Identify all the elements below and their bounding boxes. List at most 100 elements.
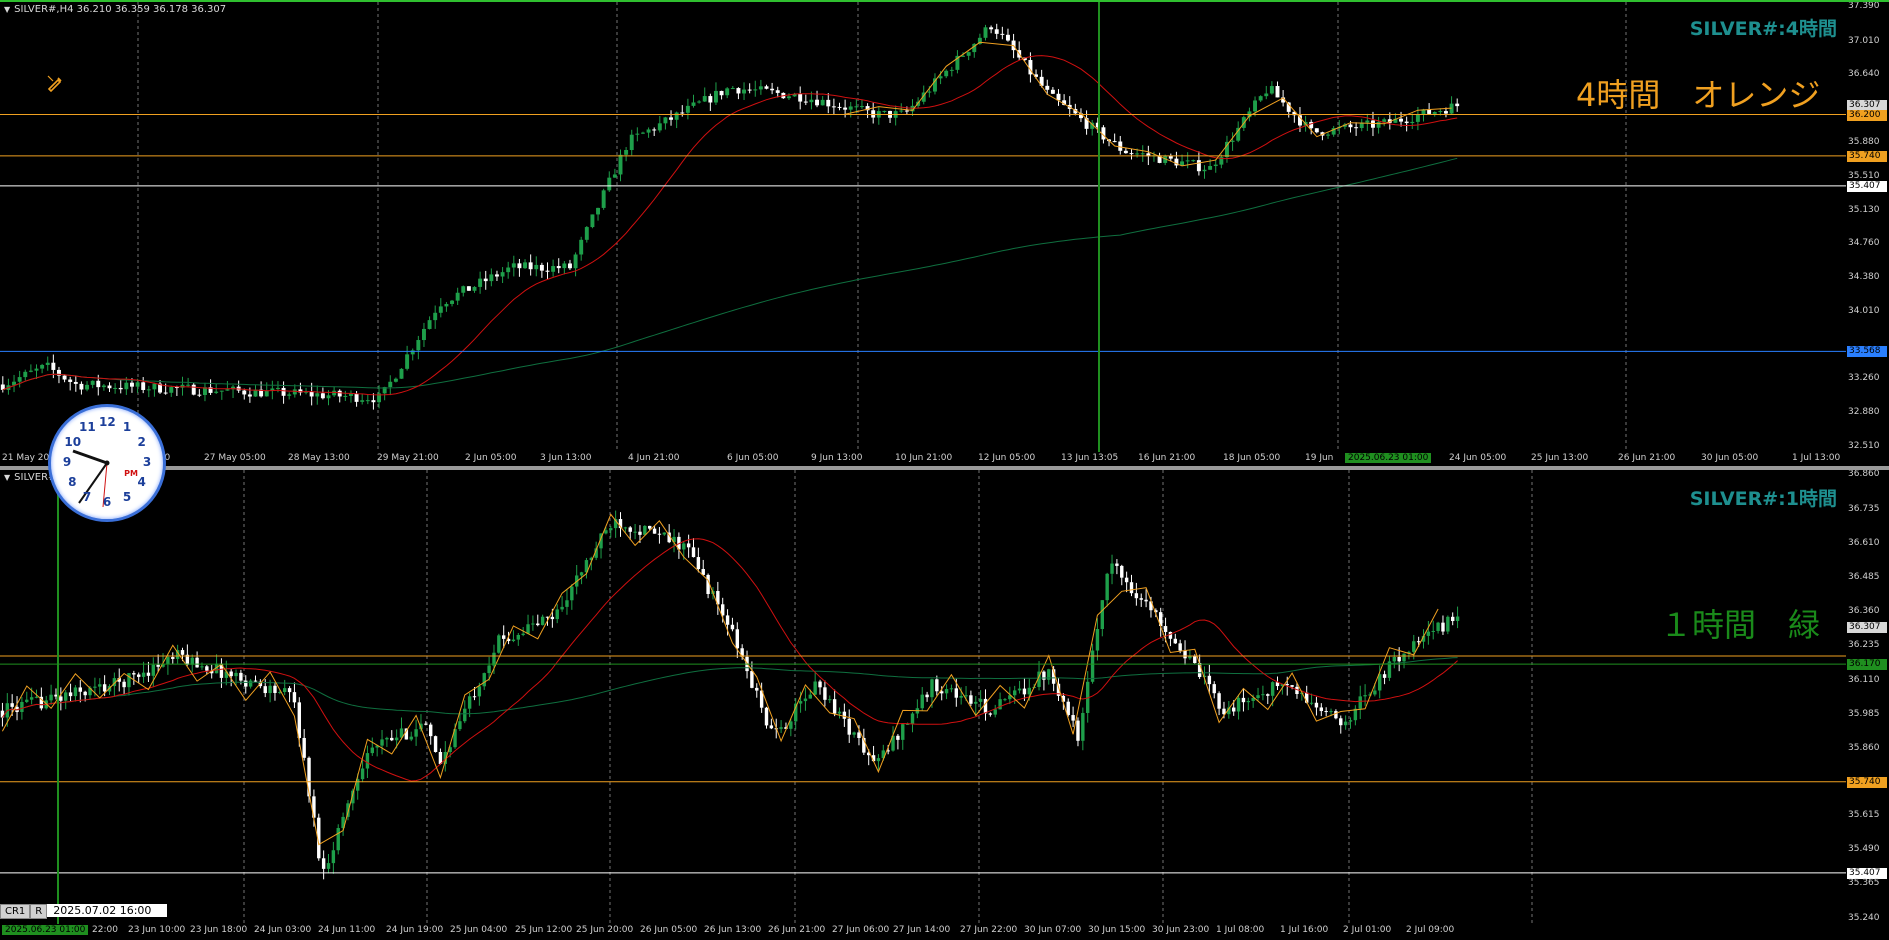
candle-body: [1285, 684, 1289, 686]
h1-price-axis[interactable]: 36.860 36.735 36.610 36.485 36.360 36.307 36.2…: [1846, 470, 1889, 924]
candle-body: [20, 701, 24, 713]
candle-body: [336, 828, 340, 851]
candle-body: [1455, 103, 1460, 107]
candle-body: [1241, 697, 1246, 703]
candle-body: [966, 52, 971, 56]
candle-body: [380, 739, 384, 746]
candle-body: [770, 88, 775, 91]
candle-body: [534, 264, 539, 270]
h1-chart-canvas[interactable]: [0, 470, 1846, 924]
candle-body: [565, 600, 569, 607]
h4-chart-pane[interactable]: ▼ SILVER#,H4 36.210 36.359 36.178 36.307 …: [0, 0, 1889, 466]
collapse-triangle-icon[interactable]: ▼: [4, 5, 10, 14]
time-label: 9 Jun 13:00: [811, 453, 863, 463]
candle-body: [949, 688, 954, 690]
tab-r[interactable]: R: [30, 904, 48, 919]
candle-body: [1358, 696, 1362, 709]
candle-body: [809, 99, 814, 103]
candle-body: [416, 340, 421, 351]
time-label: 13 Jun 13:05: [1061, 453, 1119, 463]
price-tag: 35.740: [1847, 150, 1887, 162]
candle-body: [1402, 653, 1406, 662]
candle-body: [287, 688, 292, 693]
time-label: 25 Jun 13:00: [1531, 453, 1589, 463]
time-label: 2 Jul 09:00: [1406, 925, 1455, 935]
candle-body: [663, 117, 668, 124]
tab-cr1[interactable]: CR1: [0, 904, 31, 919]
candle-body: [1436, 622, 1440, 631]
candle-body: [944, 70, 949, 77]
candle-body: [28, 370, 33, 372]
candle-body: [550, 616, 555, 620]
candle-body: [343, 395, 348, 397]
candle-body: [758, 86, 763, 90]
candle-body: [1129, 582, 1134, 594]
candle-body: [127, 673, 131, 688]
candle-body: [657, 533, 662, 535]
candle-body: [646, 129, 651, 133]
candle-body: [1443, 111, 1448, 114]
candle-body: [669, 117, 674, 120]
candle-body: [156, 664, 160, 667]
candle-body: [315, 393, 320, 397]
candle-body: [647, 525, 652, 529]
candle-body: [107, 385, 112, 389]
candle-body: [516, 634, 521, 640]
candle-body: [424, 723, 428, 725]
candle-body: [169, 387, 174, 393]
time-label: 23 Jun 18:00: [190, 925, 248, 935]
candle-body: [414, 729, 418, 737]
candle-body: [321, 858, 326, 869]
candle-body: [390, 737, 394, 741]
time-label: 2 Jun 05:00: [465, 453, 517, 463]
candle-body: [808, 694, 813, 699]
candle-body: [1246, 700, 1251, 703]
candle-body: [978, 698, 983, 702]
candle-body: [964, 695, 968, 697]
candle-body: [59, 696, 63, 701]
analog-clock-widget[interactable]: PM 12 1 2 3 4 5 6 7 8 9 10 11: [48, 404, 166, 522]
clock-number: 10: [64, 435, 82, 449]
candle-body: [857, 732, 861, 738]
h4-chart-canvas[interactable]: [0, 2, 1846, 452]
candle-body: [1266, 694, 1270, 696]
candle-body: [1123, 150, 1128, 154]
candle-body: [764, 707, 769, 726]
candle-body: [421, 328, 426, 341]
candle-body: [1365, 120, 1370, 123]
candle-body: [68, 379, 73, 382]
candle-body: [882, 110, 887, 112]
candle-body: [244, 680, 248, 687]
candle-body: [842, 711, 847, 719]
price-label: 35.490: [1848, 844, 1880, 855]
candle-body: [51, 362, 56, 370]
h4-time-axis[interactable]: 21 May 201:0027 May 05:0028 May 13:0029 …: [0, 452, 1846, 466]
candle-body: [927, 91, 932, 93]
candle-body: [789, 721, 793, 729]
h1-time-axis[interactable]: 2025.06.23 01:00 22:00 23 Jun 10:00 23 Jun …: [0, 924, 1846, 938]
candle-body: [1188, 656, 1192, 659]
time-label: 24 Jun 03:00: [254, 925, 312, 935]
candle-body: [828, 699, 832, 701]
pencil-icon[interactable]: [46, 74, 64, 92]
candle-body: [938, 76, 943, 79]
collapse-triangle-icon[interactable]: ▼: [4, 473, 10, 482]
candle-body: [691, 547, 696, 558]
time-label: 24 Jun 11:00: [318, 925, 376, 935]
candle-body: [122, 681, 126, 688]
candle-body: [370, 747, 375, 754]
candle-body: [248, 680, 253, 687]
candle-body: [1135, 153, 1140, 155]
candle-body: [523, 262, 528, 269]
candle-body: [297, 702, 302, 738]
candle-body: [1334, 711, 1338, 719]
candle-body: [1208, 166, 1213, 170]
price-label: 36.860: [1848, 470, 1880, 480]
h4-price-axis[interactable]: 37.390 37.010 36.640 36.307 36.200 35.880 35.7…: [1846, 2, 1889, 452]
h1-chart-pane[interactable]: ▼SILVER#,H1 5 36.307 SILVER#:1時間 １時間 緑 3…: [0, 470, 1889, 940]
candle-body: [438, 306, 443, 313]
price-label: 35.510: [1848, 170, 1880, 181]
candle-body: [742, 89, 747, 94]
h4-symbol-header: ▼ SILVER#,H4 36.210 36.359 36.178 36.307: [4, 4, 226, 15]
candle-body: [635, 133, 640, 135]
